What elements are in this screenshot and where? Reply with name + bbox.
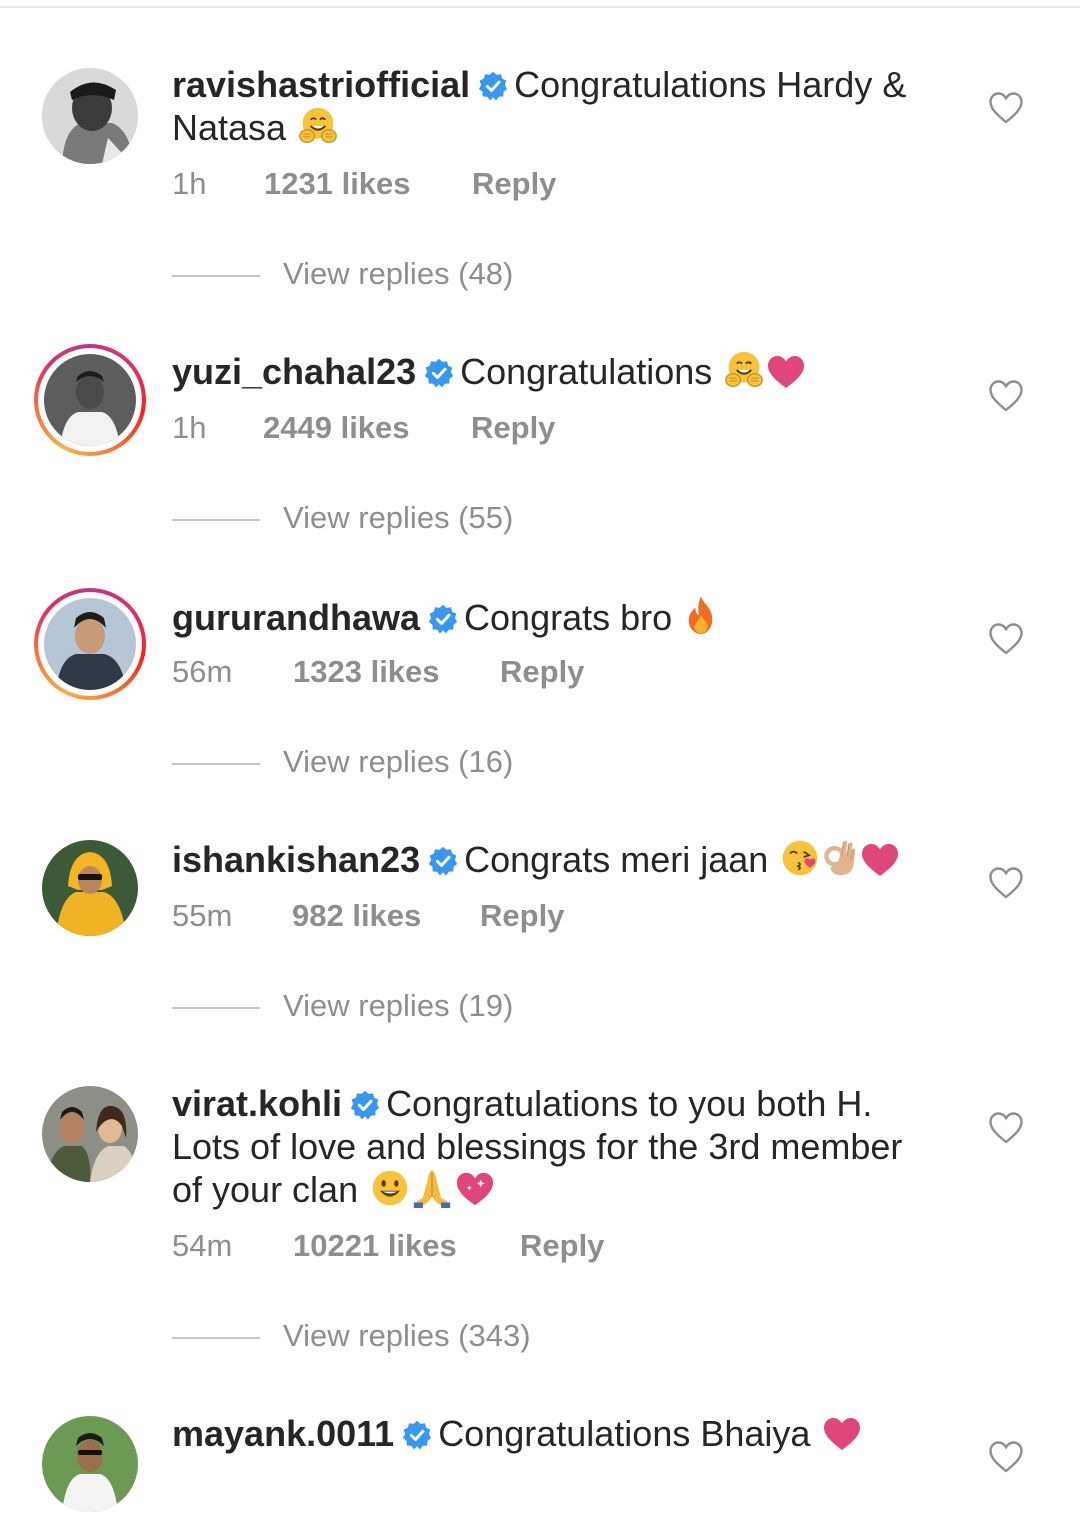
reply-button[interactable]: Reply <box>471 410 555 446</box>
replies-divider <box>172 763 260 765</box>
comment-meta: 54m 10221 likes Reply <box>172 1228 604 1264</box>
comment-text: ishankishan23 Congrats meri jaan <box>172 838 932 881</box>
username[interactable]: mayank.0011 <box>172 1413 394 1454</box>
smiling-face-icon <box>370 1168 410 1208</box>
comment-body: Congratulations <box>460 351 713 392</box>
verified-badge-icon <box>402 1420 432 1450</box>
heart-outline-icon[interactable] <box>988 91 1024 125</box>
comment-body: Congratulations Hardy & <box>514 64 907 105</box>
view-replies-label: View replies (55) <box>283 500 514 535</box>
hugging-face-icon <box>724 350 764 390</box>
heart-outline-icon[interactable] <box>988 1111 1024 1145</box>
replies-divider <box>172 519 260 521</box>
top-divider <box>0 0 1080 8</box>
view-replies-label: View replies (48) <box>283 256 514 291</box>
verified-badge-icon <box>428 846 458 876</box>
comment-meta: 56m 1323 likes Reply <box>172 654 584 690</box>
view-replies-label: View replies (19) <box>283 988 514 1023</box>
comment-body-continued: Lots of love and blessings for the 3rd m… <box>172 1126 903 1167</box>
username[interactable]: yuzi_chahal23 <box>172 351 416 392</box>
folded-hands-icon <box>412 1168 452 1208</box>
username[interactable]: virat.kohli <box>172 1083 342 1124</box>
avatar[interactable] <box>34 588 146 700</box>
comment-body: Congrats bro <box>464 597 673 638</box>
heart-outline-icon[interactable] <box>988 1440 1024 1474</box>
replies-divider <box>172 1007 260 1009</box>
kissing-face-icon <box>780 838 820 878</box>
comment-time: 55m <box>172 898 233 933</box>
likes-count[interactable]: 10221 likes <box>293 1228 520 1264</box>
comment-time: 54m <box>172 1228 233 1263</box>
view-replies-label: View replies (343) <box>283 1318 531 1353</box>
avatar[interactable] <box>34 60 146 172</box>
comment-body: Congratulations Bhaiya <box>438 1413 811 1454</box>
heart-outline-icon[interactable] <box>988 379 1024 413</box>
avatar[interactable] <box>34 1408 146 1520</box>
likes-count[interactable]: 1323 likes <box>293 654 500 690</box>
comment-meta: 1h 2449 likes Reply <box>172 410 555 446</box>
reply-button[interactable]: Reply <box>520 1228 604 1264</box>
pink-heart-icon <box>766 354 806 390</box>
comment-time: 1h <box>172 410 207 445</box>
reply-button[interactable]: Reply <box>480 898 564 934</box>
replies-divider <box>172 275 260 277</box>
verified-badge-icon <box>350 1090 380 1120</box>
comment-time: 56m <box>172 654 233 689</box>
comment-body-continued: of your clan <box>172 1169 359 1210</box>
username[interactable]: ishankishan23 <box>172 839 420 880</box>
heart-outline-icon[interactable] <box>988 622 1024 656</box>
verified-badge-icon <box>424 358 454 388</box>
hugging-face-icon <box>298 106 338 146</box>
replies-divider <box>172 1337 260 1339</box>
likes-count[interactable]: 2449 likes <box>263 410 471 446</box>
comment-text: yuzi_chahal23 Congratulations <box>172 350 932 393</box>
verified-badge-icon <box>478 71 508 101</box>
comment-text: mayank.0011 Congratulations Bhaiya <box>172 1412 932 1455</box>
fire-icon <box>684 594 718 636</box>
comment-meta: 55m 982 likes Reply <box>172 898 564 934</box>
pink-heart-icon <box>860 842 900 878</box>
verified-badge-icon <box>428 604 458 634</box>
ok-hand-icon <box>822 838 858 878</box>
heart-outline-icon[interactable] <box>988 866 1024 900</box>
comment-body-continued: Natasa <box>172 107 287 148</box>
comment-body: Congratulations to you both H. <box>386 1083 873 1124</box>
username[interactable]: gururandhawa <box>172 597 420 638</box>
avatar[interactable] <box>34 344 146 456</box>
reply-button[interactable]: Reply <box>472 166 556 202</box>
comment-meta: 1h 1231 likes Reply <box>172 166 556 202</box>
comment-text: virat.kohli Congratulations to you both H… <box>172 1082 932 1211</box>
avatar[interactable] <box>34 1078 146 1190</box>
pink-heart-icon <box>822 1416 862 1452</box>
username[interactable]: ravishastriofficial <box>172 64 470 105</box>
comment-time: 1h <box>172 166 207 201</box>
reply-button[interactable]: Reply <box>500 654 584 690</box>
likes-count[interactable]: 1231 likes <box>264 166 472 202</box>
comment-text: gururandhawa Congrats bro <box>172 594 932 639</box>
view-replies-label: View replies (16) <box>283 744 514 779</box>
comment-text: ravishastriofficial Congratulations Hardy… <box>172 63 932 149</box>
sparkling-heart-icon <box>454 1170 496 1208</box>
avatar[interactable] <box>34 832 146 944</box>
comment-body: Congrats meri jaan <box>464 839 769 880</box>
likes-count[interactable]: 982 likes <box>292 898 480 934</box>
